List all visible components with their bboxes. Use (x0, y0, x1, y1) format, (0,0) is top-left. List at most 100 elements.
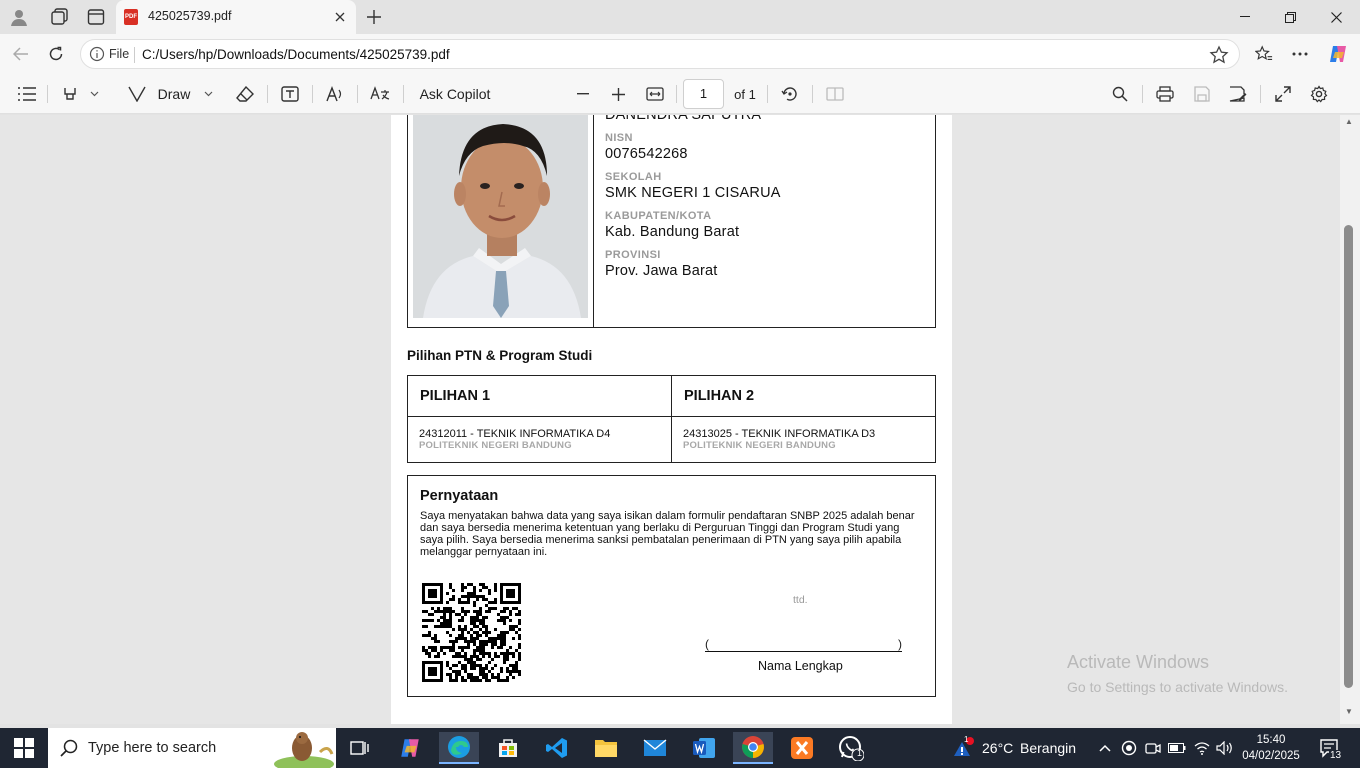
zoom-out-icon[interactable] (571, 82, 595, 106)
edge-app-icon[interactable] (439, 732, 479, 764)
notifications-icon[interactable]: 13 (1315, 732, 1345, 764)
fit-page-icon[interactable] (643, 82, 667, 106)
close-tab-icon[interactable] (330, 7, 350, 27)
toolbar-divider (312, 85, 313, 103)
scroll-down-icon[interactable]: ▼ (1345, 707, 1353, 716)
notification-count: 13 (1329, 750, 1343, 761)
tab-title: 425025739.pdf (148, 9, 232, 23)
eraser-icon[interactable] (233, 82, 257, 106)
record-icon[interactable] (1119, 732, 1139, 764)
address-separator (134, 47, 135, 63)
wifi-icon[interactable] (1192, 732, 1212, 764)
minimize-icon[interactable] (1225, 4, 1265, 30)
table-column-divider (671, 376, 672, 462)
highlight-icon[interactable] (58, 82, 82, 106)
ask-copilot-button[interactable]: Ask Copilot (416, 82, 494, 106)
copilot-app-icon[interactable] (390, 732, 430, 764)
school-label: SEKOLAH (605, 171, 662, 183)
page-view-icon[interactable] (823, 82, 847, 106)
volume-icon[interactable] (1215, 732, 1235, 764)
draw-icon[interactable] (126, 82, 148, 106)
close-window-icon[interactable] (1316, 4, 1356, 30)
favorite-star-icon[interactable] (1209, 45, 1229, 65)
vscode-app-icon[interactable] (537, 732, 577, 764)
weather-description[interactable]: Berangin (1020, 740, 1076, 756)
workspaces-icon[interactable] (47, 5, 73, 29)
toolbar-divider (767, 85, 768, 103)
search-icon[interactable] (1108, 82, 1132, 106)
more-menu-icon[interactable] (1287, 41, 1313, 67)
save-as-icon[interactable] (1226, 82, 1250, 106)
back-icon[interactable] (8, 41, 34, 67)
favorites-icon[interactable] (1251, 41, 1277, 67)
statement-box: Pernyataan Saya menyatakan bahwa data ya… (407, 475, 936, 697)
save-icon[interactable] (1190, 82, 1214, 106)
nisn-label: NISN (605, 132, 633, 144)
contents-icon[interactable] (15, 82, 39, 106)
info-icon[interactable] (89, 46, 105, 62)
task-view-icon[interactable] (340, 732, 380, 764)
whatsapp-app-icon[interactable]: 1 (831, 732, 871, 764)
weather-icon[interactable]: 1 (947, 732, 977, 764)
taskbar-search-box[interactable]: Type here to search (48, 728, 336, 768)
signature-open-paren: ( (705, 637, 709, 651)
address-bar-row: File C:/Users/hp/Downloads/Documents/425… (0, 34, 1360, 74)
text-box-icon[interactable] (278, 82, 302, 106)
weather-temp[interactable]: 26°C (982, 740, 1013, 756)
draw-button[interactable]: Draw (156, 82, 192, 106)
word-app-icon[interactable] (684, 732, 724, 764)
refresh-icon[interactable] (43, 41, 69, 67)
clock-date: 04/02/2025 (1242, 750, 1300, 762)
restore-icon[interactable] (1270, 4, 1310, 30)
pdf-viewer[interactable]: DANENDRA SAPUTRA NISN 0076542268 SEKOLAH… (0, 115, 1340, 724)
system-clock[interactable]: 15:40 04/02/2025 (1240, 732, 1302, 764)
print-icon[interactable] (1153, 82, 1177, 106)
chrome-app-icon[interactable] (733, 732, 773, 764)
toolbar-divider (403, 85, 404, 103)
pdf-page: DANENDRA SAPUTRA NISN 0076542268 SEKOLAH… (391, 115, 952, 724)
scroll-up-icon[interactable]: ▲ (1345, 117, 1353, 126)
new-tab-icon[interactable] (362, 5, 386, 29)
copilot-icon[interactable] (1325, 41, 1351, 67)
watermark-title: Activate Windows (1067, 652, 1210, 672)
fullscreen-icon[interactable] (1271, 82, 1295, 106)
translate-icon[interactable] (368, 82, 392, 106)
nisn-value: 0076542268 (605, 146, 688, 162)
toolbar-divider (676, 85, 677, 103)
xampp-app-icon[interactable] (782, 732, 822, 764)
url-text[interactable]: C:/Users/hp/Downloads/Documents/42502573… (142, 47, 450, 62)
choice-1-university: POLITEKNIK NEGERI BANDUNG (419, 440, 572, 451)
page-number-input[interactable]: 1 (683, 79, 724, 109)
tab-strip: PDF 425025739.pdf (0, 0, 1360, 34)
address-input[interactable]: File C:/Users/hp/Downloads/Documents/425… (80, 39, 1240, 69)
zoom-in-icon[interactable] (606, 82, 630, 106)
meet-now-icon[interactable] (1143, 732, 1163, 764)
province-value: Prov. Jawa Barat (605, 263, 718, 279)
scrollbar-thumb[interactable] (1344, 225, 1353, 688)
toolbar-divider (47, 85, 48, 103)
signature-line: ( ) (705, 637, 902, 652)
show-hidden-icons-icon[interactable] (1095, 732, 1115, 764)
profile-icon[interactable] (6, 5, 32, 29)
chevron-down-icon[interactable] (200, 82, 216, 106)
qr-code (422, 583, 521, 682)
rotate-icon[interactable] (778, 82, 802, 106)
windows-start-icon[interactable] (14, 738, 34, 758)
regency-value: Kab. Bandung Barat (605, 224, 740, 240)
weather-alert-badge: 1 (964, 735, 969, 744)
battery-icon[interactable] (1167, 732, 1187, 764)
chevron-down-icon[interactable] (86, 82, 102, 106)
vertical-tabs-icon[interactable] (83, 5, 109, 29)
file-scheme-label: File (109, 47, 130, 61)
choice-1-header: PILIHAN 1 (420, 388, 491, 404)
read-aloud-icon[interactable] (323, 82, 347, 106)
store-app-icon[interactable] (488, 732, 528, 764)
signature-close-paren: ) (898, 637, 902, 651)
mail-app-icon[interactable] (635, 732, 675, 764)
settings-gear-icon[interactable] (1307, 82, 1331, 106)
signature-ttd: ttd. (793, 594, 808, 606)
vertical-scrollbar[interactable]: ▲ ▼ (1340, 115, 1360, 724)
file-explorer-icon[interactable] (586, 732, 626, 764)
tab-pdf[interactable]: PDF 425025739.pdf (116, 0, 356, 34)
search-placeholder: Type here to search (88, 740, 217, 756)
